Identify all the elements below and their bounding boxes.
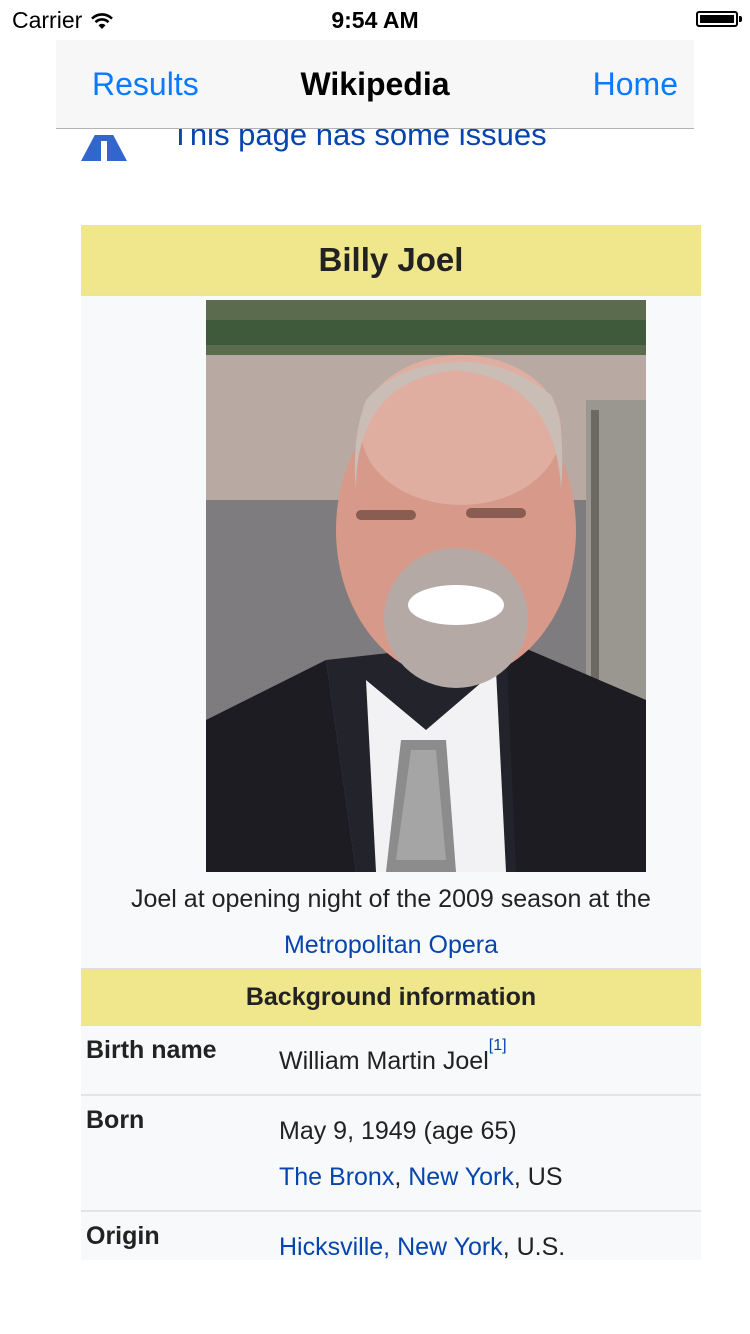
the-bronx-link[interactable]: The Bronx <box>279 1163 394 1191</box>
hicksville-link[interactable]: Hicksville, New York <box>279 1233 503 1260</box>
battery-fill <box>700 15 734 23</box>
infobox-image-area <box>81 296 701 876</box>
born-place-separator: , <box>394 1163 409 1191</box>
origin-row: Origin Hicksville, New York, U.S. <box>81 1212 701 1260</box>
origin-value: Hicksville, New York, U.S. <box>279 1212 701 1260</box>
birth-name-value: William Martin Joel[1] <box>279 1026 701 1094</box>
navigation-bar: Results Wikipedia Home <box>56 40 694 129</box>
portrait-image <box>206 300 646 872</box>
born-row: Born May 9, 1949 (age 65) The Bronx, New… <box>81 1096 701 1212</box>
birth-name-row: Birth name William Martin Joel[1] <box>81 1026 701 1096</box>
battery-tip <box>739 16 742 22</box>
portrait-photo[interactable] <box>206 300 646 872</box>
background-info-header: Background information <box>81 968 701 1026</box>
battery-icon <box>696 11 742 27</box>
citation-link[interactable]: [1] <box>489 1037 507 1054</box>
born-value: May 9, 1949 (age 65) The Bronx, New York… <box>279 1096 701 1210</box>
origin-country: , U.S. <box>502 1233 566 1260</box>
born-label: Born <box>86 1106 145 1134</box>
born-place: The Bronx, New York, US <box>279 1154 701 1200</box>
article-content[interactable]: This page has some issues Billy Joel Joe… <box>56 129 750 1260</box>
infobox-title: Billy Joel <box>81 225 701 296</box>
origin-label: Origin <box>86 1222 160 1250</box>
new-york-link[interactable]: New York <box>408 1163 514 1191</box>
metropolitan-opera-link[interactable]: Metropolitan Opera <box>284 931 498 959</box>
infobox: Billy Joel Joel at opening night of the … <box>81 225 701 1260</box>
issues-banner[interactable]: This page has some issues <box>81 129 741 175</box>
home-button[interactable]: Home <box>593 66 678 103</box>
issues-link[interactable]: This page has some issues <box>171 129 547 153</box>
issue-icon <box>81 135 127 161</box>
status-bar: Carrier 9:54 AM <box>0 0 750 40</box>
birth-name-label: Birth name <box>86 1036 217 1064</box>
status-time: 9:54 AM <box>331 7 419 33</box>
birth-name-text: William Martin Joel <box>279 1047 489 1075</box>
born-place-country: , US <box>513 1163 563 1191</box>
image-caption: Joel at opening night of the 2009 season… <box>81 876 701 968</box>
born-date: May 9, 1949 (age 65) <box>279 1117 517 1145</box>
caption-link-line: Metropolitan Opera <box>81 922 701 968</box>
caption-text: Joel at opening night of the 2009 season… <box>131 885 651 913</box>
